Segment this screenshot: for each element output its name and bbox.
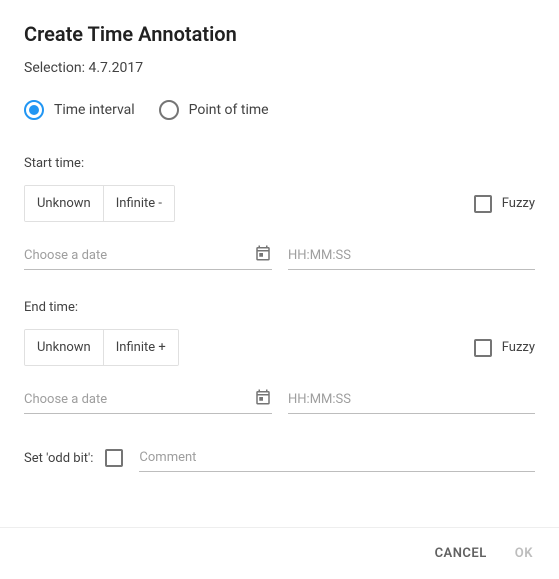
radio-icon [24,100,44,120]
start-time-section: Start time: Unknown Infinite - Fuzzy [24,156,535,270]
checkbox-icon [474,339,492,357]
time-interval-radio[interactable]: Time interval [24,100,135,120]
selection-value: 4.7.2017 [88,60,143,76]
end-time-field [288,386,535,414]
point-of-time-radio[interactable]: Point of time [159,100,269,120]
comment-input[interactable] [139,444,535,472]
end-preset-buttons: Unknown Infinite + [24,329,179,366]
start-unknown-button[interactable]: Unknown [25,186,104,221]
odd-bit-checkbox[interactable] [105,449,123,467]
comment-field [139,444,535,472]
checkbox-label: Fuzzy [502,340,535,355]
end-infinite-plus-button[interactable]: Infinite + [104,330,178,365]
annotation-type-radio-group: Time interval Point of time [24,100,535,120]
calendar-icon[interactable] [254,244,272,262]
end-time-input[interactable] [288,386,535,414]
start-date-input[interactable] [24,242,272,270]
start-infinite-minus-button[interactable]: Infinite - [104,186,174,221]
checkbox-icon [105,449,123,467]
selection-label: Selection: [24,60,85,76]
end-time-label: End time: [24,300,535,315]
end-time-section: End time: Unknown Infinite + Fuzzy [24,300,535,414]
create-time-annotation-dialog: Create Time Annotation Selection: 4.7.20… [0,0,559,472]
start-time-field [288,242,535,270]
end-date-field [24,386,272,414]
end-date-input[interactable] [24,386,272,414]
odd-bit-row: Set 'odd bit': [24,444,535,472]
start-time-input[interactable] [288,242,535,270]
start-preset-buttons: Unknown Infinite - [24,185,175,222]
odd-bit-label-text: Set 'odd bit': [24,451,93,466]
ok-button[interactable]: OK [505,540,543,567]
odd-bit-control: Set 'odd bit': [24,449,123,467]
radio-label: Time interval [54,102,135,118]
cancel-button[interactable]: CANCEL [425,540,497,567]
checkbox-label: Fuzzy [502,196,535,211]
start-fuzzy-checkbox[interactable]: Fuzzy [474,195,535,213]
calendar-icon[interactable] [254,388,272,406]
checkbox-icon [474,195,492,213]
selection-line: Selection: 4.7.2017 [24,60,535,76]
dialog-actions: CANCEL OK [0,527,559,579]
start-date-field [24,242,272,270]
end-unknown-button[interactable]: Unknown [25,330,104,365]
start-time-label: Start time: [24,156,535,171]
radio-label: Point of time [189,102,269,118]
end-fuzzy-checkbox[interactable]: Fuzzy [474,339,535,357]
dialog-title: Create Time Annotation [24,22,535,46]
radio-icon [159,100,179,120]
